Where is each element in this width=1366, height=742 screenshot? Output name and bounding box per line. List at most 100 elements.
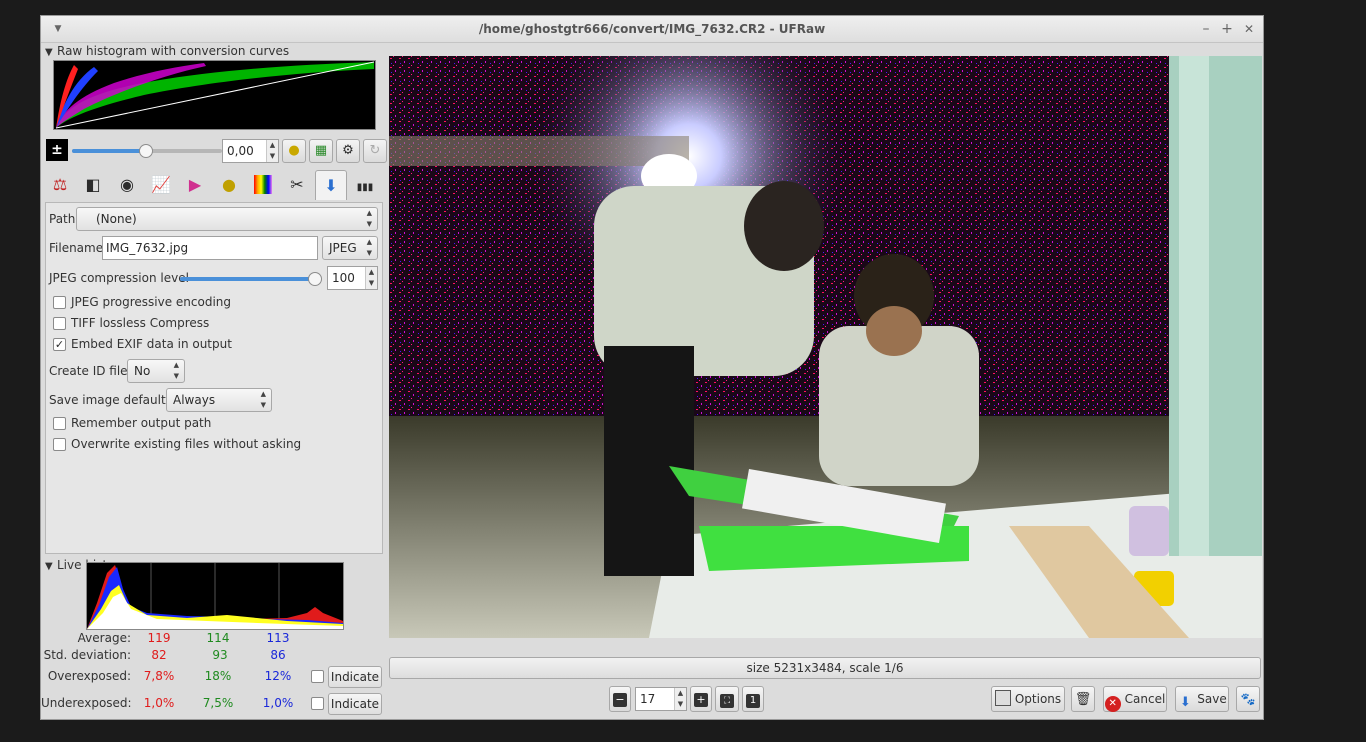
spin-arrows-icon[interactable]: ▲ ▼ xyxy=(365,267,377,289)
tab-crop-rotate[interactable]: ✂ xyxy=(281,170,313,200)
zoom-out-button[interactable]: − xyxy=(609,686,631,712)
filename-input[interactable]: IMG_7632.jpg xyxy=(102,236,318,260)
underexposed-label: Underexposed: xyxy=(41,696,132,710)
curve-icon: 📈 xyxy=(151,175,171,194)
tab-lens[interactable]: ◉ xyxy=(111,170,143,200)
tab-grayscale[interactable]: ◧ xyxy=(77,170,109,200)
spin-arrows-icon[interactable]: ▲ ▼ xyxy=(674,688,686,710)
exposure-icon: ± xyxy=(46,139,68,161)
zoom-in-button[interactable]: + xyxy=(690,686,712,712)
remember-path-checkbox[interactable] xyxy=(53,417,66,430)
exposure-settings-button[interactable]: ⚙ xyxy=(336,139,360,163)
stddev-label: Std. deviation: xyxy=(43,648,131,662)
minimize-button[interactable]: – xyxy=(1197,20,1215,38)
preview-photo xyxy=(389,56,1262,638)
window-title: /home/ghostgtr666/convert/IMG_7632.CR2 -… xyxy=(478,22,826,36)
combo-arrows-icon: ▲ ▼ xyxy=(366,238,372,257)
average-label: Average: xyxy=(77,631,131,645)
live-histogram[interactable] xyxy=(86,562,344,630)
zoom-spinbox[interactable]: 17 ▲ ▼ xyxy=(635,687,687,711)
title-bar[interactable]: ▼ /home/ghostgtr666/convert/IMG_7632.CR2… xyxy=(41,16,1263,43)
stddev-green: 93 xyxy=(212,648,228,662)
underexposed-red: 1,0% xyxy=(143,696,175,710)
path-combo[interactable]: (None) ▲ ▼ xyxy=(76,207,378,231)
save-settings-panel: Path (None) ▲ ▼ Filename IMG_7632.jpg JPE… xyxy=(45,202,383,554)
zoom-fit-button[interactable]: ⛶ xyxy=(715,686,739,712)
underexposed-blue: 1,0% xyxy=(262,696,294,710)
raw-histogram[interactable] xyxy=(53,60,376,130)
embed-exif-checkbox[interactable]: ✓ xyxy=(53,338,66,351)
tab-corrections[interactable]: ● xyxy=(213,170,245,200)
cancel-button[interactable]: ✕ Cancel xyxy=(1103,686,1167,712)
exposure-slider-knob[interactable] xyxy=(139,144,153,158)
combo-arrows-icon: ▲ ▼ xyxy=(260,390,266,409)
jpeg-level-spinbox[interactable]: 100 ▲ ▼ xyxy=(327,266,378,290)
tiff-lossless-checkbox[interactable] xyxy=(53,317,66,330)
plus-icon: + xyxy=(694,693,708,707)
exposure-spinbox[interactable]: 0,00 ▲ ▼ xyxy=(222,139,279,163)
underexposed-green: 7,5% xyxy=(202,696,234,710)
underexposed-indicate-button[interactable]: Indicate xyxy=(328,693,382,715)
image-tile-icon: ▦ xyxy=(314,143,328,158)
progressive-checkbox[interactable] xyxy=(53,296,66,309)
format-value: JPEG xyxy=(329,241,357,255)
tab-color-management[interactable]: ▶ xyxy=(179,170,211,200)
spin-arrows-icon[interactable]: ▲ ▼ xyxy=(266,140,278,162)
combo-arrows-icon: ▲ ▼ xyxy=(366,209,372,228)
crop-icon: ✂ xyxy=(290,175,304,194)
overexposed-green: 18% xyxy=(204,669,232,683)
tab-base-curve[interactable]: 📈 xyxy=(145,170,177,200)
cancel-label: Cancel xyxy=(1124,692,1166,706)
overexposed-indicate-checkbox[interactable] xyxy=(311,670,324,683)
gimp-icon: 🐾 xyxy=(1240,692,1256,706)
reset-exposure-button[interactable]: ↻ xyxy=(363,139,387,163)
lightbulb-icon: ● xyxy=(288,143,300,158)
ufraw-window: ▼ /home/ghostgtr666/convert/IMG_7632.CR2… xyxy=(40,15,1264,720)
raw-histogram-expander[interactable]: ▼ Raw histogram with conversion curves xyxy=(45,43,289,59)
format-combo[interactable]: JPEG ▲ ▼ xyxy=(322,236,378,260)
zoom-100-button[interactable]: 1 xyxy=(742,686,764,712)
tab-white-balance[interactable]: ⚖ xyxy=(44,170,76,200)
remember-path-label: Remember output path xyxy=(71,416,212,430)
underexposed-indicate-checkbox[interactable] xyxy=(311,697,324,710)
minus-icon: − xyxy=(613,693,627,707)
save-arrow-icon: ⬇ xyxy=(1179,695,1191,710)
maximize-button[interactable]: + xyxy=(1218,20,1236,38)
image-preview[interactable] xyxy=(389,56,1262,638)
close-button[interactable]: ✕ xyxy=(1240,20,1258,38)
auto-exposure-button[interactable]: ● xyxy=(282,139,306,163)
options-button[interactable]: Options xyxy=(991,686,1065,712)
jpeg-level-label: JPEG compression level xyxy=(49,271,189,285)
save-defaults-value: Always xyxy=(173,393,216,407)
gears-icon: ⚙ xyxy=(342,143,354,158)
create-id-label: Create ID file xyxy=(49,364,128,378)
exposure-slider[interactable] xyxy=(72,144,222,158)
corrections-icon: ● xyxy=(222,175,236,194)
raw-histogram-label: Raw histogram with conversion curves xyxy=(57,44,290,58)
send-to-gimp-button[interactable]: 🐾 xyxy=(1236,686,1260,712)
one-to-one-icon: 1 xyxy=(746,694,760,708)
progressive-label: JPEG progressive encoding xyxy=(71,295,232,309)
overexposed-indicate-button[interactable]: Indicate xyxy=(328,666,382,688)
overexposed-blue: 12% xyxy=(264,669,292,683)
save-defaults-combo[interactable]: Always ▲ ▼ xyxy=(166,388,272,412)
tab-exif[interactable]: ▮▮▮ xyxy=(349,170,381,200)
save-label: Save xyxy=(1197,692,1227,706)
tab-save[interactable]: ⬇ xyxy=(315,170,347,200)
reset-icon: ↻ xyxy=(369,143,381,158)
jpeg-level-slider[interactable] xyxy=(180,272,322,286)
jpeg-level-slider-knob[interactable] xyxy=(308,272,322,286)
options-icon xyxy=(994,690,1011,706)
overwrite-checkbox[interactable] xyxy=(53,438,66,451)
create-id-combo[interactable]: No ▲ ▼ xyxy=(127,359,185,383)
lens-icon: ◉ xyxy=(120,175,134,194)
color-management-icon: ▶ xyxy=(188,175,202,194)
tab-light-adjustments[interactable]: ▮▮ xyxy=(247,170,279,200)
delete-button[interactable]: 🗑 xyxy=(1071,686,1095,712)
path-label: Path xyxy=(49,212,76,226)
auto-adjust-button[interactable]: ▦ xyxy=(309,139,333,163)
fit-icon: ⛶ xyxy=(720,694,734,708)
average-blue: 113 xyxy=(266,631,290,645)
trash-icon: 🗑 xyxy=(1074,692,1092,707)
save-button[interactable]: ⬇ Save xyxy=(1175,686,1229,712)
